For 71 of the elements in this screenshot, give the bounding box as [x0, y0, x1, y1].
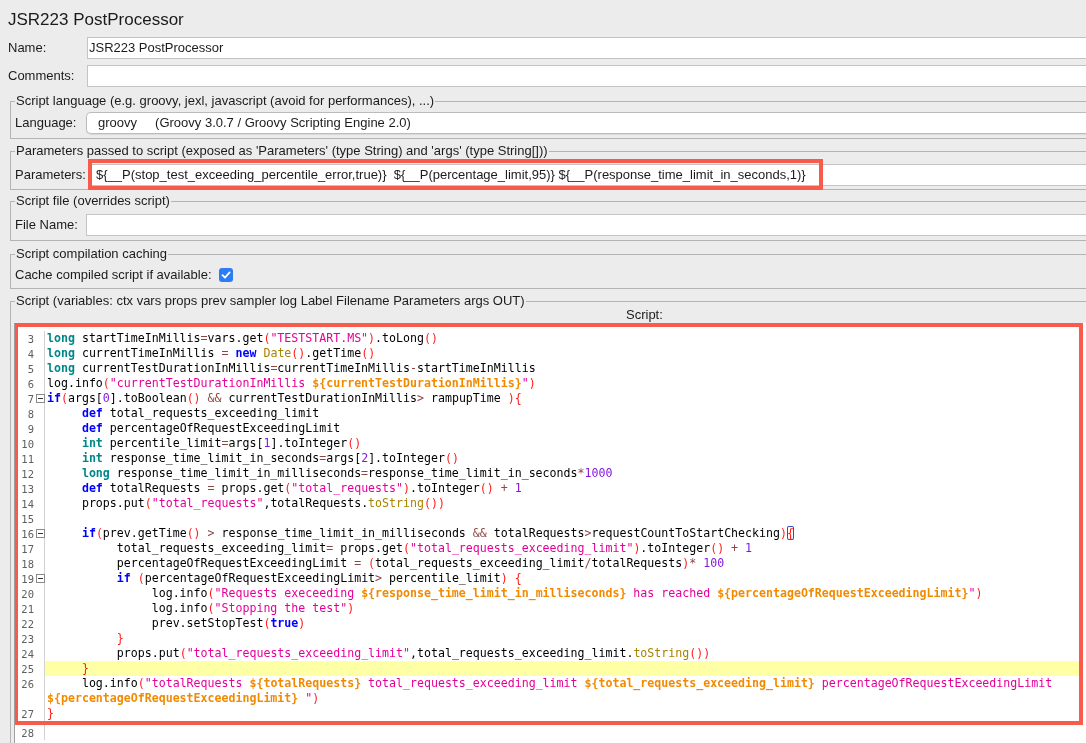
line-number: 3 [27, 333, 34, 345]
line-number: 22 [21, 618, 34, 630]
line-number: 8 [27, 408, 34, 420]
line-number: 21 [21, 603, 34, 615]
line-number: 5 [27, 363, 34, 375]
language-dropdown[interactable]: groovy (Groovy 3.0.7 / Groovy Scripting Engine 2.0) [86, 112, 1086, 134]
group-title: Script compilation caching [15, 246, 169, 262]
line-number: 19 [21, 573, 34, 585]
line-number: 6 [27, 378, 34, 390]
code-line: int percentile_limit=args[1].toInteger() [80, 436, 362, 450]
code-line: long response_time_limit_in_milliseconds=response_time_limit_in_seconds*1000 [80, 466, 613, 480]
line-number: 9 [27, 423, 34, 435]
code-line: def total_requests_exceeding_limit [80, 406, 320, 420]
line-number: 16 [21, 528, 34, 540]
code-line: props.put("total_requests",totalRequests.toString()) [80, 496, 445, 510]
code-line: } [47, 706, 54, 720]
file-name-field[interactable] [86, 214, 1086, 236]
code-line: long currentTimeInMillis = new Date().getTime() [47, 346, 376, 360]
line-number: 28 [21, 727, 34, 739]
field-label: File Name: [15, 217, 78, 233]
line-number: 23 [21, 633, 34, 645]
code-line: } [115, 631, 124, 645]
line-number: 18 [21, 558, 34, 570]
fold-minus-icon[interactable] [36, 574, 45, 583]
field-label: Cache compiled script if available: [15, 267, 212, 283]
group-title: Script (variables: ctx vars props prev sampler log Label Filename Parameters args OUT) [15, 293, 526, 309]
line-number: 26 [21, 678, 34, 690]
code-line: log.info("totalRequests ${totalRequests} total_requests_exceeding_limit ${total_requests_exceeding_limit} percentageOfRequestExceedingLimit ${percentageOfRequestExceedingLimit} ") [47, 676, 1054, 705]
code-line: log.info("currentTestDurationInMillis ${currentTestDurationInMillis}") [47, 376, 536, 390]
code-line: total_requests_exceeding_limit= props.get("total_requests_exceeding_limit").toInteger() + 1 [115, 541, 753, 555]
line-number: 27 [21, 708, 34, 720]
code-line: prev.setStopTest(true) [150, 616, 306, 630]
field-label: Language: [15, 115, 77, 131]
code-line: percentageOfRequestExceedingLimit = (total_requests_exceeding_limit/totalRequests)* 100 [115, 556, 725, 570]
line-number: 20 [21, 588, 34, 600]
group-title: Script language (e.g. groovy, jexl, javascript (avoid for performances), ...) [15, 93, 436, 109]
line-number: 25 [21, 663, 34, 675]
code-line: } [80, 661, 89, 675]
checkbox[interactable] [218, 268, 233, 282]
field-label: Comments: [8, 68, 75, 84]
editor-label: Script: [626, 307, 663, 322]
line-number: 13 [21, 483, 34, 495]
field-label: Name: [8, 40, 47, 56]
comments-field[interactable] [87, 65, 1086, 87]
code-line: def percentageOfRequestExceedingLimit [80, 421, 341, 435]
line-number: 4 [27, 348, 34, 360]
fold-minus-icon[interactable] [36, 529, 45, 538]
line-number: 24 [21, 648, 34, 660]
code-line: if(args[0].toBoolean() && currentTestDurationInMillis> rampupTime ){ [47, 391, 522, 405]
line-number: 15 [21, 513, 34, 525]
code-line: log.info("Stopping the test") [150, 601, 355, 615]
code-line: log.info("Requests execeeding ${response_time_limit_in_milliseconds} has reached ${percentageOfRequestExceedingLimit}") [150, 586, 983, 600]
line-number: 11 [21, 453, 34, 465]
fold-minus-icon[interactable] [36, 394, 45, 403]
line-number: 7 [27, 393, 34, 405]
code-line: long startTimeInMillis=vars.get("TESTSTART.MS").toLong() [47, 331, 438, 345]
code-line: int response_time_limit_in_seconds=args[2].toInteger() [80, 451, 459, 465]
line-number: 17 [21, 543, 34, 555]
field-label: Parameters: [15, 167, 86, 183]
group-title: Parameters passed to script (exposed as 'Parameters' (type String) and 'args' (type String[])) [15, 143, 549, 159]
panel-title: JSR223 PostProcessor [8, 10, 184, 29]
line-number: 12 [21, 468, 34, 480]
code-line: props.put("total_requests_exceeding_limit",total_requests_exceeding_limit.toString()) [115, 646, 711, 660]
line-number: 14 [21, 498, 34, 510]
name-field[interactable]: JSR223 PostProcessor [87, 37, 1086, 59]
group-title: Script file (overrides script) [15, 193, 171, 209]
code-line: if(prev.getTime() > response_time_limit_in_milliseconds && totalRequests>requestCountToStartChecking){ [80, 526, 794, 540]
code-line: long currentTestDurationInMillis=currentTimeInMillis-startTimeInMillis [47, 361, 536, 375]
code-line: if (percentageOfRequestExceedingLimit> percentile_limit) { [115, 571, 522, 585]
code-line: def totalRequests = props.get("total_requests").toInteger() + 1 [80, 481, 522, 495]
line-number: 10 [21, 438, 34, 450]
